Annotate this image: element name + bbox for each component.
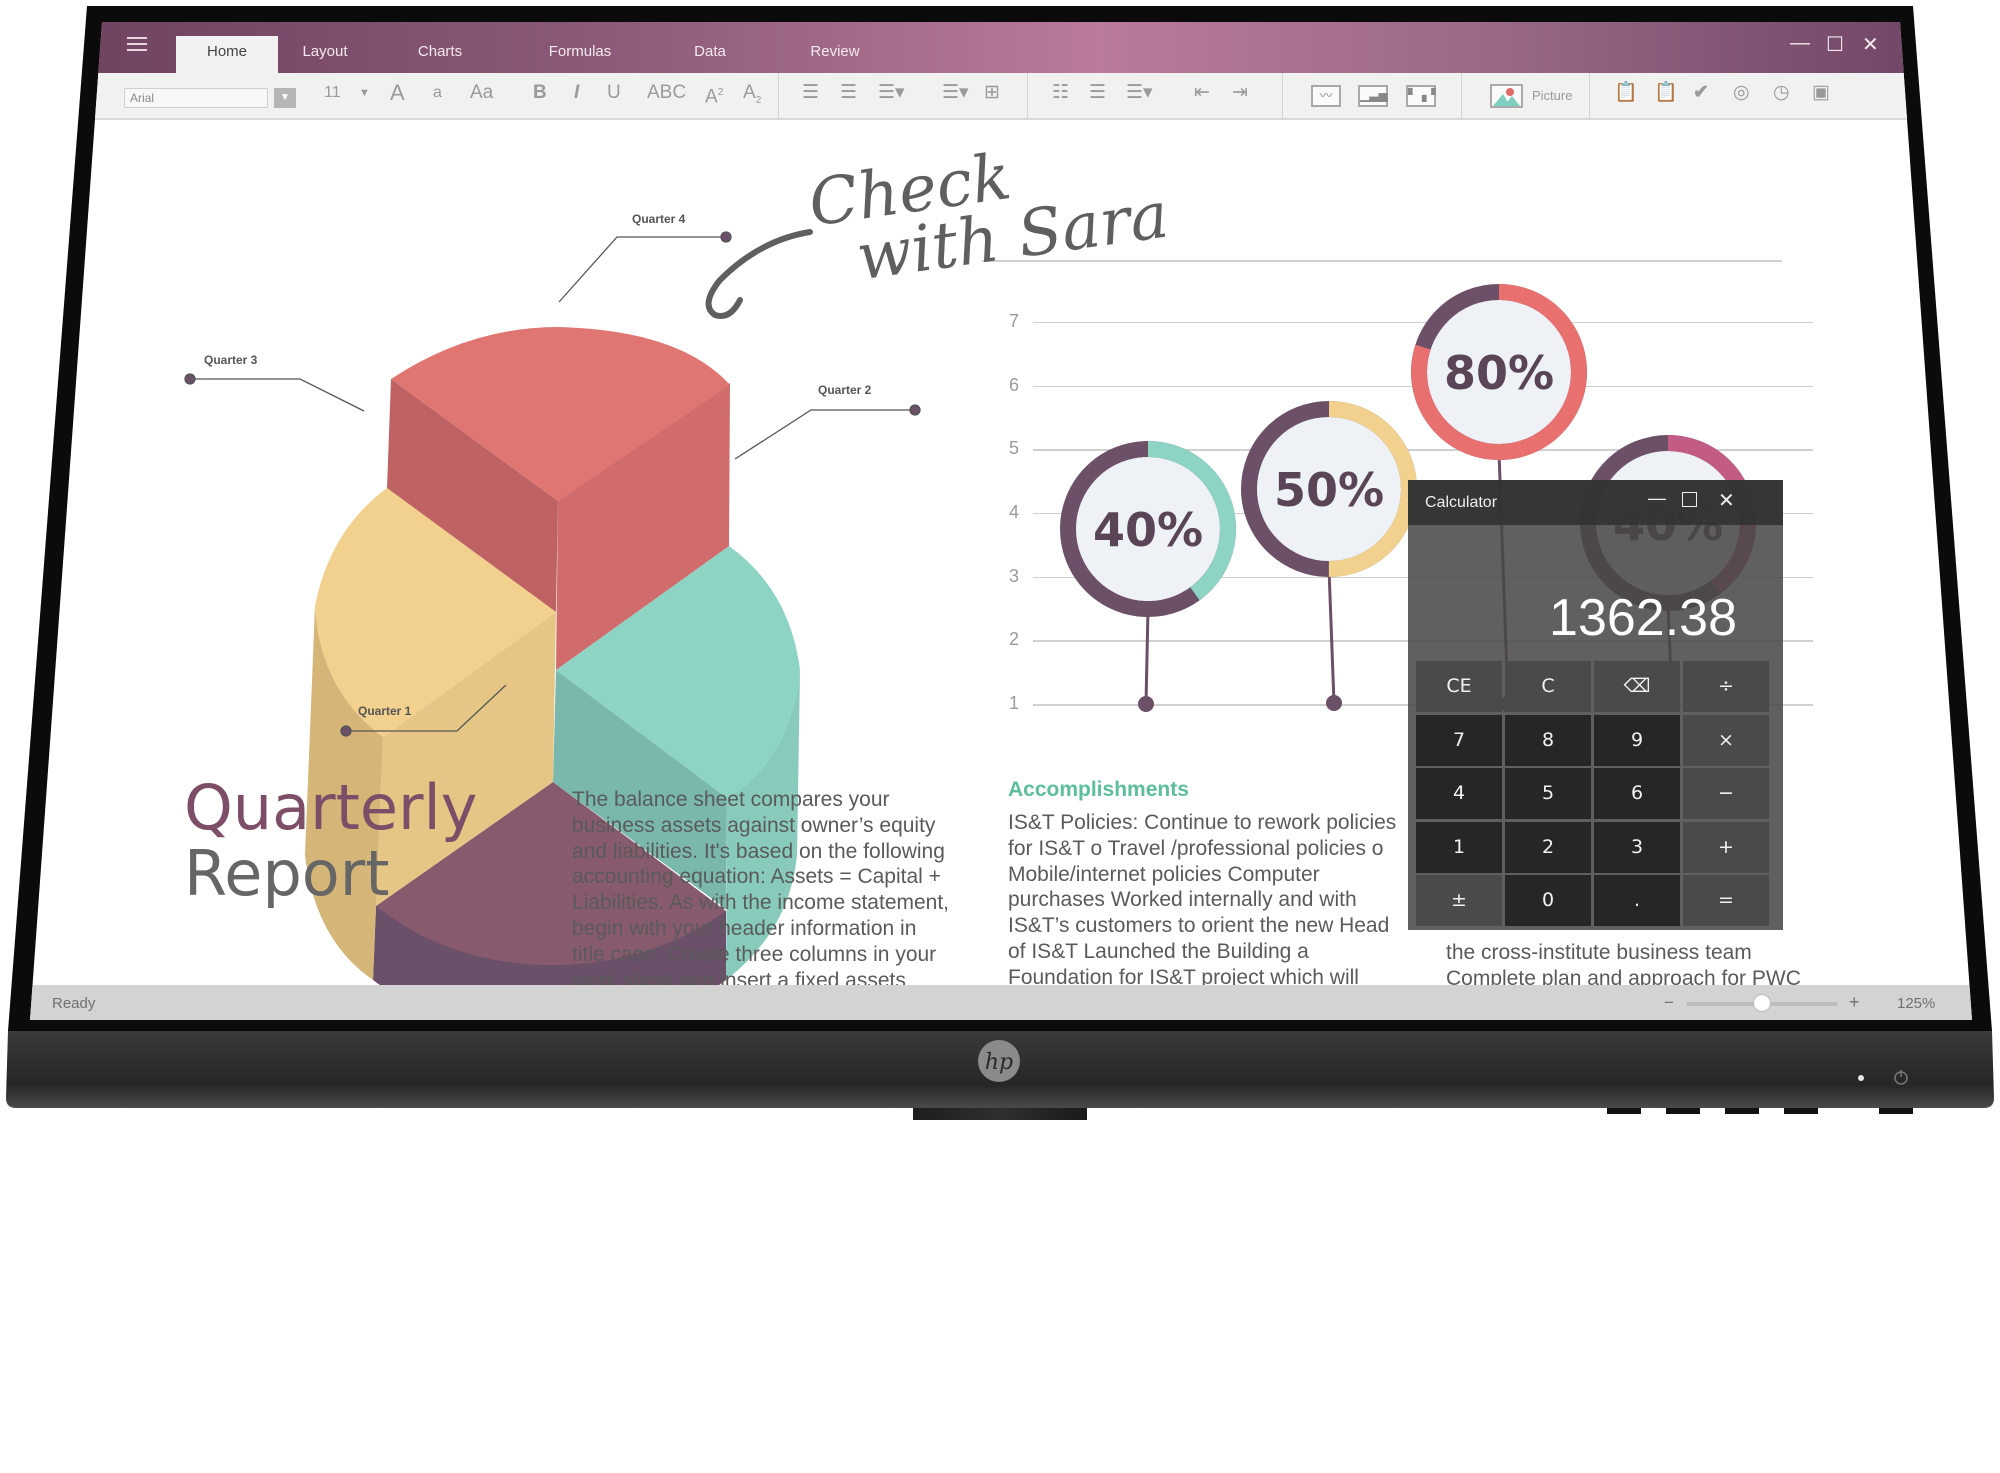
calc-key[interactable]: . [1594,875,1680,926]
ring-label: 40% [1093,503,1203,557]
calculator-display: 1362.38 [1549,589,1737,647]
text-line: The balance sheet compares your [572,788,890,811]
calc-key[interactable]: × [1683,714,1769,766]
zoom-level: 125% [1897,995,1936,1012]
calc-key[interactable]: C [1505,661,1591,712]
calc-key[interactable]: = [1683,875,1769,926]
calc-key[interactable]: CE [1416,661,1502,712]
ring-stem-dot [1138,696,1154,712]
text-line: IS&T’s customers to orient the new Head [1008,914,1390,938]
status-text: Ready [52,995,96,1012]
text-line: Mobile/internet policies Computer [1008,862,1320,886]
status-bar: Ready − + 125% [30,985,1972,1020]
menu-buttons[interactable] [1607,1108,1913,1114]
text-line: for IS&T o Travel /professional policies… [1008,836,1384,860]
text-line: purchases Worked internally and with [1008,888,1357,912]
text-line: and liabilities. It's based on the follo… [572,839,945,863]
calc-key[interactable]: 9 [1594,714,1680,766]
ring-stem [1327,568,1336,704]
calc-key[interactable]: 5 [1505,768,1591,819]
calc-minimize-button[interactable]: — [1648,488,1666,509]
calc-key[interactable]: 2 [1505,821,1591,873]
calc-maximize-button[interactable] [1682,492,1697,507]
text-line: business assets against owner’s equity [572,813,936,837]
calc-key[interactable]: − [1683,768,1769,819]
text-line: begin with your header information in [572,916,917,940]
calc-key[interactable]: 3 [1594,821,1680,873]
calculator-window[interactable]: Calculator — ✕ 1362.38 CE C ⌫ ÷ 7 8 9 × 4 5 6−1 2 3 +… [1408,480,1783,930]
svg-text:hp: hp [985,1050,1013,1075]
calc-key[interactable]: + [1683,821,1769,873]
title-quarterly: Quarterly [184,771,478,844]
ring-stem [1144,608,1150,705]
title-report: Report [184,837,390,910]
zoom-slider-thumb[interactable] [1753,994,1771,1012]
calc-key[interactable]: 7 [1416,714,1502,766]
text-line: IS&T Policies: Continue to rework polici… [1008,811,1397,834]
calc-key[interactable]: 0 [1505,875,1591,926]
calc-key[interactable]: 6 [1594,768,1680,819]
calc-key[interactable]: ± [1416,875,1502,926]
text-line: Liabilities. As with the income statemen… [572,891,950,915]
ring-stem-dot [1326,695,1342,711]
power-led-icon [1858,1075,1864,1081]
calc-close-button[interactable]: ✕ [1718,488,1735,513]
calc-key[interactable]: 8 [1505,714,1591,766]
text-line: the cross-institute business team [1446,941,1752,964]
text-line: title case. Create three columns in your [572,942,937,966]
accomplishments-heading: Accomplishments [1008,778,1189,801]
calc-key[interactable]: 1 [1416,821,1502,873]
ring-50pct: 50% [1241,401,1417,711]
calc-key[interactable]: ⌫ [1594,661,1680,712]
calc-key[interactable]: ÷ [1683,661,1769,712]
zoom-out-button[interactable]: − [1664,993,1674,1013]
zoom-in-button[interactable]: + [1849,992,1860,1013]
text-line: of IS&T Launched the Building a [1008,939,1309,963]
balance-sheet-paragraph: The balance sheet compares your business… [572,787,949,993]
column-3-paragraph: the cross-institute business team Comple… [1446,940,1801,992]
ring-label: 50% [1274,463,1384,517]
hp-logo: hp [978,1040,1020,1082]
page-title: Quarterly Report [184,775,477,907]
text-line: accounting equation: Assets = Capital + [572,865,941,889]
accomplishments-paragraph: IS&T Policies: Continue to rework polici… [1008,810,1396,991]
calc-key[interactable]: 4 [1416,768,1502,819]
ring-40pct: 40% [1060,441,1236,712]
screen: Home Layout Charts Formulas Data Review … [30,22,1972,1020]
ring-label: 80% [1444,346,1554,400]
